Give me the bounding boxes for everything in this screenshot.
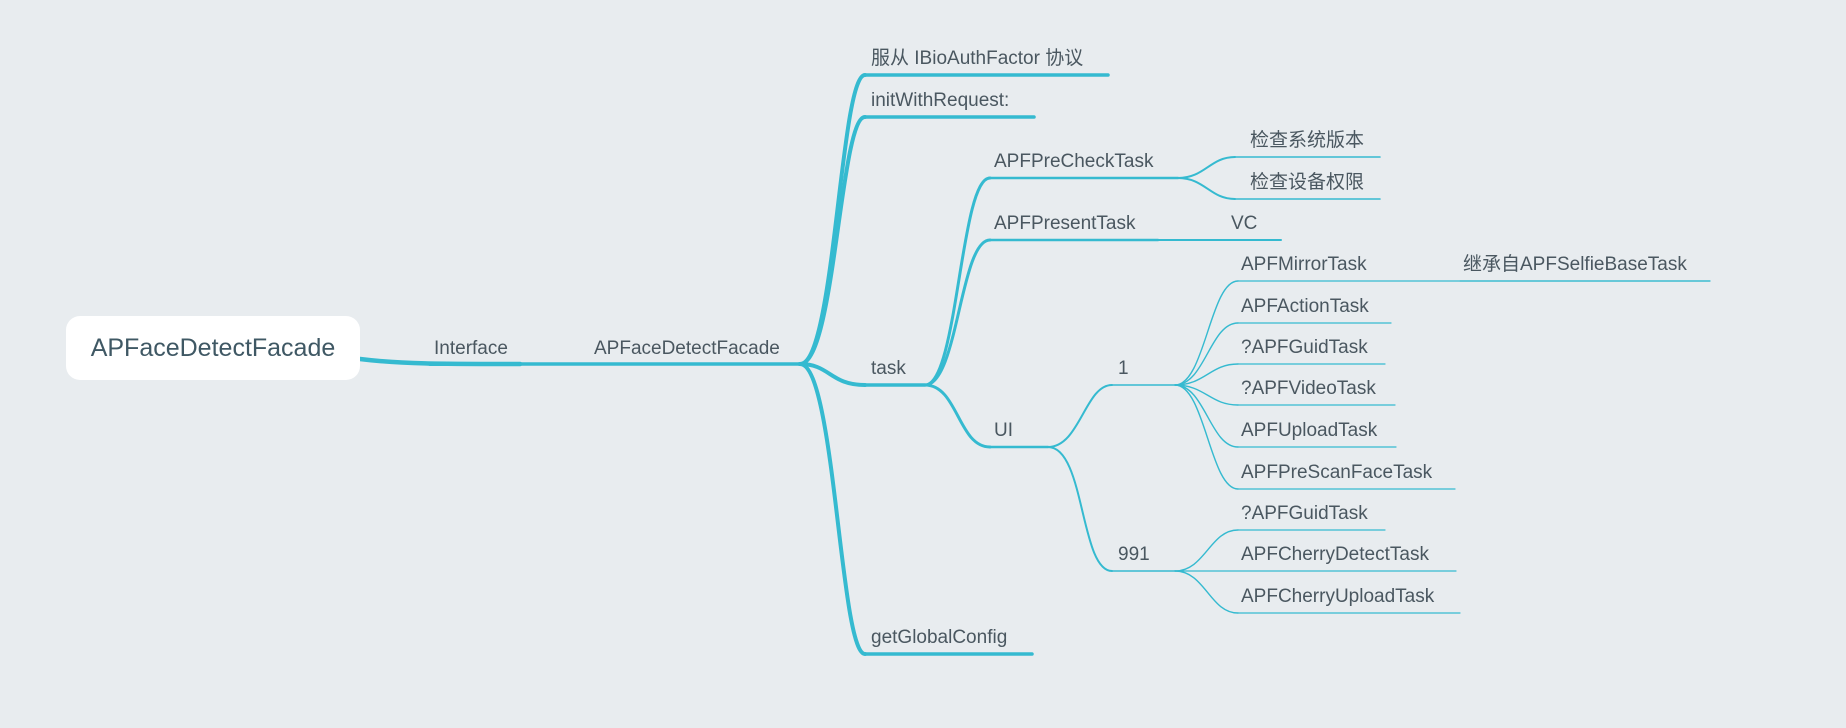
node-present[interactable]: APFPresentTask — [994, 213, 1136, 235]
node-video[interactable]: ?APFVideoTask — [1241, 378, 1376, 400]
mind-map-canvas: APFaceDetectFacade Interface APFaceDetec… — [0, 0, 1846, 728]
node-check-permission[interactable]: 检查设备权限 — [1250, 172, 1364, 194]
edge-task-present — [923, 238, 992, 387]
node-precheck[interactable]: APFPreCheckTask — [994, 151, 1153, 173]
node-init[interactable]: initWithRequest: — [871, 90, 1009, 112]
node-guid-1[interactable]: ?APFGuidTask — [1241, 337, 1368, 359]
node-protocol[interactable]: 服从 IBioAuthFactor 协议 — [871, 48, 1083, 70]
node-group-1[interactable]: 1 — [1118, 358, 1129, 380]
edge-991-cherry-upload — [1174, 570, 1239, 614]
node-mirror-note[interactable]: 继承自APFSelfieBaseTask — [1463, 254, 1687, 276]
node-task[interactable]: task — [871, 358, 906, 380]
node-prescan[interactable]: APFPreScanFaceTask — [1241, 462, 1432, 484]
node-ui[interactable]: UI — [994, 420, 1013, 442]
node-interface[interactable]: Interface — [434, 338, 508, 360]
edge-precheck-permission — [1177, 177, 1236, 200]
edge-task-ui — [923, 383, 992, 449]
node-cherry-detect[interactable]: APFCherryDetectTask — [1241, 544, 1429, 566]
edge-1-mirror — [1174, 280, 1239, 386]
edge-ui-1 — [1047, 384, 1113, 448]
node-action[interactable]: APFActionTask — [1241, 296, 1369, 318]
edge-ui-991 — [1047, 446, 1113, 572]
edge-1-prescan — [1174, 384, 1239, 490]
node-cherry-upload[interactable]: APFCherryUploadTask — [1241, 586, 1434, 608]
node-group-991[interactable]: 991 — [1118, 544, 1150, 566]
node-facade[interactable]: APFaceDetectFacade — [594, 338, 780, 360]
node-mirror[interactable]: APFMirrorTask — [1241, 254, 1367, 276]
node-check-version[interactable]: 检查系统版本 — [1250, 130, 1364, 152]
edge-facade-global — [798, 362, 867, 656]
root-node-label: APFaceDetectFacade — [90, 333, 336, 362]
edge-task-precheck — [923, 176, 992, 387]
edge-precheck-version — [1177, 156, 1236, 179]
node-guid-991[interactable]: ?APFGuidTask — [1241, 503, 1368, 525]
edge-facade-protocol — [798, 73, 867, 366]
node-vc[interactable]: VC — [1231, 213, 1257, 235]
node-global-config[interactable]: getGlobalConfig — [871, 627, 1007, 649]
edge-991-guid — [1174, 529, 1239, 572]
root-node[interactable]: APFaceDetectFacade — [66, 316, 360, 380]
node-upload[interactable]: APFUploadTask — [1241, 420, 1377, 442]
